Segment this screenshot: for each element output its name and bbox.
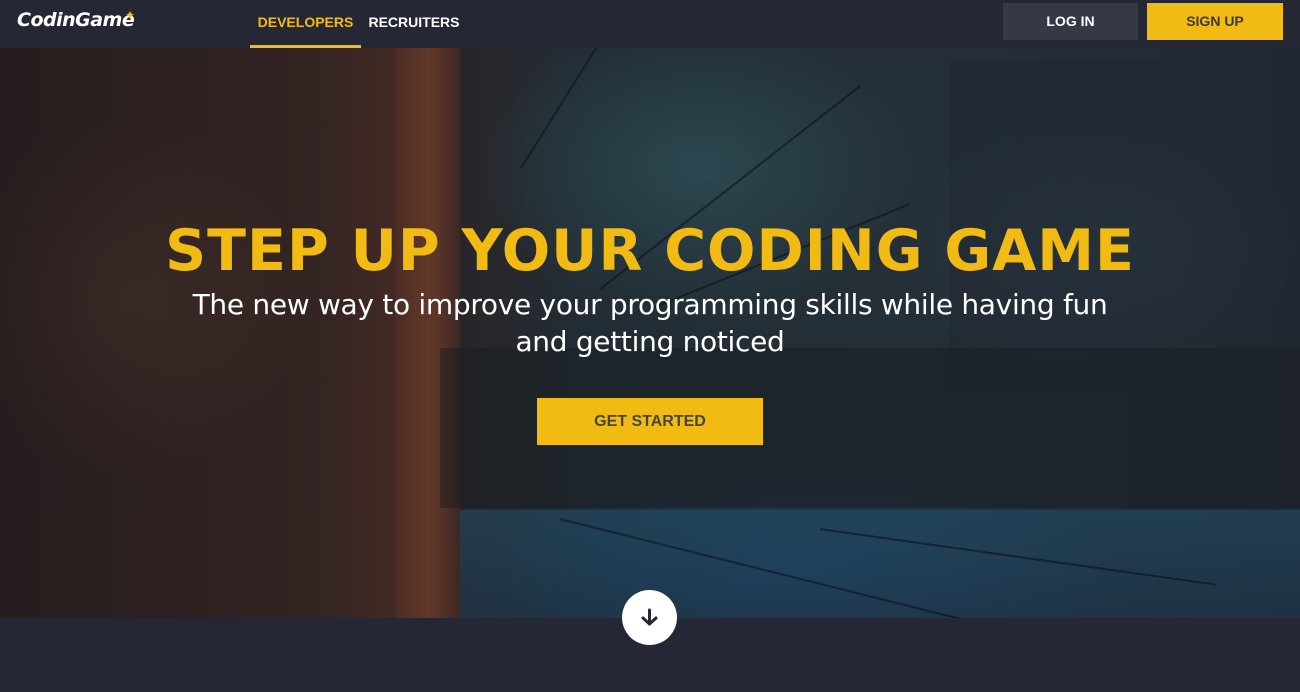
tab-developers[interactable]: DEVELOPERS	[250, 0, 361, 48]
codingame-logo[interactable]: CodinGame	[17, 9, 135, 31]
signup-button[interactable]: SIGN UP	[1147, 3, 1283, 40]
hero-section: STEP UP YOUR CODING GAME The new way to …	[0, 48, 1300, 618]
logo-spark-icon: ✦	[125, 8, 136, 22]
arrow-down-icon	[641, 608, 658, 626]
hero-subtitle: The new way to improve your programming …	[192, 288, 1108, 358]
get-started-button[interactable]: GET STARTED	[537, 398, 763, 445]
top-navbar: CodinGame ✦ DEVELOPERS RECRUITERS LOG IN…	[0, 0, 1300, 48]
login-button[interactable]: LOG IN	[1003, 3, 1138, 40]
hero-title: STEP UP YOUR CODING GAME	[165, 218, 1135, 284]
tab-recruiters[interactable]: RECRUITERS	[366, 0, 462, 45]
scroll-down-button[interactable]	[622, 590, 677, 645]
